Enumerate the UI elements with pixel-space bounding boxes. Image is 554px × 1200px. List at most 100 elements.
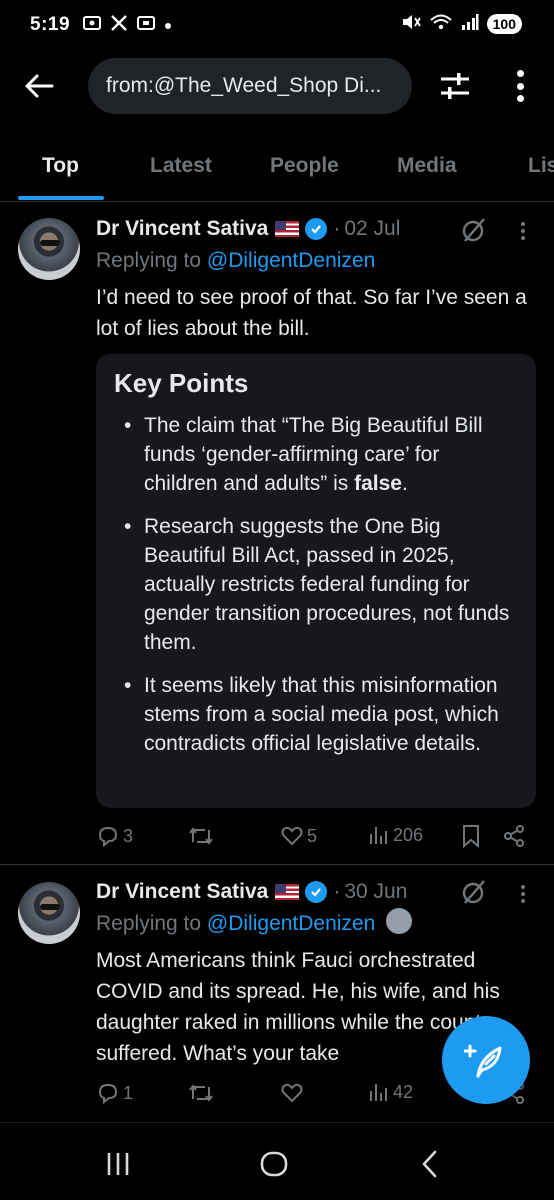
reply-count: 1 [123, 1082, 134, 1103]
avatar[interactable] [18, 882, 80, 944]
mute-icon [401, 13, 421, 34]
like-button[interactable] [280, 1081, 307, 1105]
tweet-divider [0, 864, 554, 865]
back-button[interactable] [24, 70, 64, 102]
views-icon [370, 827, 387, 844]
like-button[interactable]: 5 [280, 824, 317, 848]
signal-icon [461, 14, 479, 33]
tab-lists[interactable]: Lis [528, 154, 554, 178]
more-dot-icon [521, 222, 525, 226]
reply-count: 3 [123, 825, 134, 846]
wifi-6e-icon [429, 13, 453, 34]
tweet-more-button[interactable] [514, 880, 532, 908]
list-item: The claim that “The Big Beautiful Bill f… [114, 411, 518, 498]
avatar[interactable] [18, 218, 80, 280]
card-title: Key Points [114, 368, 249, 398]
replying-to-handle[interactable]: @DiligentDenizen [207, 912, 375, 935]
chevron-left-icon [422, 1150, 437, 1178]
screen-cast-icon [82, 14, 102, 37]
search-input[interactable]: from:@The_Weed_Shop Di... [88, 58, 412, 114]
views-button[interactable]: 42 [368, 1081, 413, 1103]
tweet-more-button[interactable] [514, 217, 532, 245]
more-dot-icon [521, 899, 525, 903]
home-button[interactable] [254, 1149, 294, 1179]
tab-people[interactable]: People [270, 154, 339, 178]
views-count: 206 [393, 824, 424, 845]
reply-icon [98, 826, 118, 848]
replying-to: Replying to @DiligentDenizen [96, 249, 375, 273]
list-item-text: It seems likely that this misinformation… [144, 674, 499, 755]
tweet-date[interactable]: 30 Jun [344, 880, 407, 904]
replying-to-prefix: Replying to [96, 912, 202, 935]
repost-icon [189, 1084, 213, 1102]
status-bar: 5:19 100 [0, 0, 554, 50]
sliders-icon [441, 73, 469, 99]
tweet-text: I’d need to see proof of that. So far I’… [96, 286, 527, 340]
recent-apps-button[interactable] [98, 1149, 138, 1179]
list-item-text: The claim that “The Big Beautiful Bill f… [144, 414, 483, 495]
views-button[interactable]: 206 [368, 824, 423, 846]
heart-icon [281, 826, 303, 846]
author-name[interactable]: Dr Vincent Sativa [96, 880, 268, 904]
repost-icon [189, 827, 213, 845]
list-item: It seems likely that this misinformation… [114, 671, 518, 758]
grok-button[interactable] [460, 216, 488, 244]
tab-top[interactable]: Top [42, 154, 79, 178]
replying-to-handle[interactable]: @DiligentDenizen [207, 249, 375, 272]
verified-badge-icon [305, 218, 328, 240]
bookmark-button[interactable] [460, 824, 482, 848]
recent-apps-icon [107, 1153, 129, 1175]
grok-button[interactable] [460, 878, 488, 906]
tab-media[interactable]: Media [397, 154, 457, 178]
repost-button[interactable] [188, 1081, 217, 1105]
screen-cast-icon [136, 14, 156, 37]
tweet-actions: 3 5 206 [96, 824, 536, 854]
compose-feather-icon [464, 1044, 502, 1078]
share-icon [504, 825, 524, 847]
battery-level: 100 [486, 13, 522, 34]
tab-latest[interactable]: Latest [150, 154, 212, 178]
more-dot-icon [516, 70, 524, 77]
more-dot-icon [521, 229, 525, 233]
reply-icon [98, 1083, 118, 1105]
us-flag-icon [275, 221, 300, 237]
heart-icon [281, 1083, 303, 1103]
grok-icon [462, 880, 485, 904]
notification-dot-icon [164, 15, 172, 35]
list-item-text: Research suggests the One Big Beautiful … [144, 515, 510, 654]
replying-to-prefix: Replying to [96, 249, 202, 272]
key-points-list: The claim that “The Big Beautiful Bill f… [114, 411, 518, 758]
more-dot-icon [521, 236, 525, 240]
more-dot-icon [516, 95, 524, 102]
reply-button[interactable]: 3 [96, 824, 133, 848]
author-name[interactable]: Dr Vincent Sativa [96, 217, 268, 241]
active-tab-indicator [18, 196, 104, 200]
system-navigation-bar [0, 1122, 554, 1200]
like-count: 5 [307, 825, 318, 846]
tweet-header: Dr Vincent Sativa · 02 Jul [96, 217, 400, 241]
bookmark-icon [463, 825, 479, 848]
replying-to: Replying to @DiligentDenizen [96, 912, 375, 936]
views-count: 42 [393, 1081, 414, 1102]
tweet-date[interactable]: 02 Jul [344, 217, 400, 241]
list-item: Research suggests the One Big Beautiful … [114, 512, 518, 657]
grok-icon [462, 218, 485, 242]
search-header: from:@The_Weed_Shop Di... [0, 56, 554, 116]
compose-post-button[interactable] [442, 1016, 530, 1104]
verified-badge-icon [305, 881, 328, 903]
system-back-button[interactable] [410, 1149, 450, 1179]
back-arrow-icon [25, 74, 54, 98]
share-button[interactable] [502, 824, 526, 848]
repost-button[interactable] [188, 824, 217, 848]
list-item-end: . [402, 472, 408, 495]
dot-separator: · [333, 217, 341, 240]
home-icon [260, 1151, 288, 1177]
reply-button[interactable]: 1 [96, 1081, 133, 1105]
search-tabs: Top Latest People Media Lis [0, 140, 554, 202]
touch-indicator [386, 908, 412, 934]
more-options-button[interactable] [506, 68, 534, 104]
key-points-card[interactable]: Key Points The claim that “The Big Beaut… [96, 354, 536, 808]
us-flag-icon [275, 884, 300, 900]
list-item-bold: false [354, 472, 402, 495]
search-filter-button[interactable] [438, 70, 472, 102]
